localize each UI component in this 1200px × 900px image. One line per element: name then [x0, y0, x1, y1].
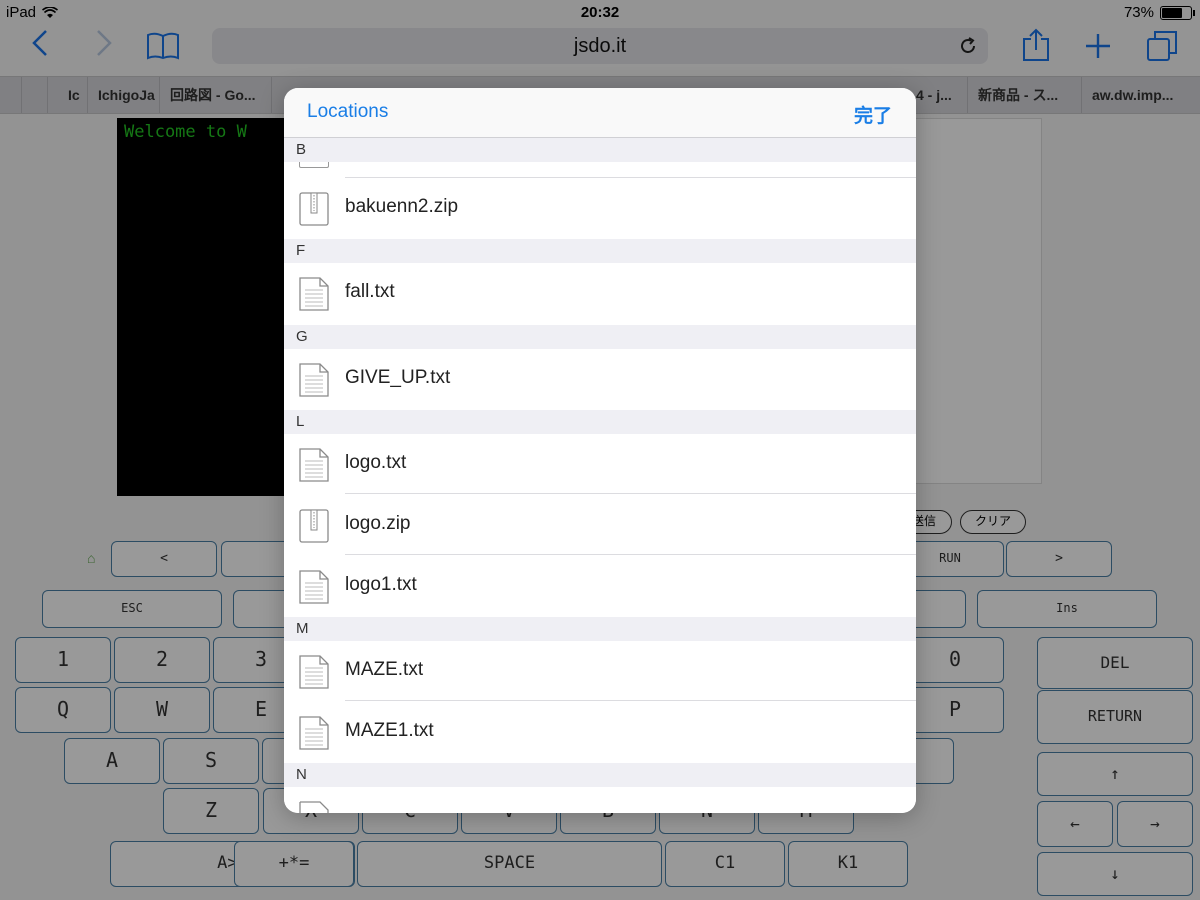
list-item[interactable]: MAZE.txt — [284, 641, 916, 701]
zip-file-icon — [299, 192, 329, 226]
list-item[interactable]: MAZE1.txt — [284, 702, 916, 762]
list-item-partial — [284, 138, 916, 158]
text-file-icon — [299, 716, 329, 750]
text-file-icon — [299, 448, 329, 482]
file-name: GIVE_UP.txt — [345, 367, 451, 388]
locations-back-button[interactable]: Locations — [307, 101, 388, 123]
list-item[interactable]: logo.txt — [284, 434, 916, 494]
text-file-icon — [299, 363, 329, 397]
file-name: logo.txt — [345, 452, 407, 473]
done-button[interactable]: 完了 — [854, 101, 892, 128]
file-name: MAZE.txt — [345, 659, 424, 680]
popover-header: Locations 完了 — [284, 88, 916, 138]
file-name: logo.zip — [345, 513, 411, 534]
list-item[interactable]: fall.txt — [284, 263, 916, 323]
file-list[interactable]: B bakuenn2.zip F fall.txt G GIVE_UP.txt … — [284, 138, 916, 813]
section-header-n: N — [284, 763, 916, 787]
section-header-g: G — [284, 325, 916, 349]
file-name: bakuenn2.zip — [345, 196, 459, 217]
list-item-partial-top[interactable] — [284, 162, 916, 178]
file-name: logo1.txt — [345, 574, 417, 595]
section-header-l: L — [284, 410, 916, 434]
section-header-m: M — [284, 617, 916, 641]
text-file-icon — [299, 801, 329, 813]
list-item[interactable]: logo1.txt — [284, 556, 916, 616]
file-name: MAZE1.txt — [345, 720, 434, 741]
text-file-icon — [299, 277, 329, 311]
locations-popover: Locations 完了 B bakuenn2.zip F fall.txt G… — [284, 88, 916, 813]
section-header-f: F — [284, 239, 916, 263]
list-item[interactable]: bakuenn2.zip — [284, 178, 916, 238]
list-item[interactable]: logo.zip — [284, 495, 916, 555]
list-item-partial-bottom[interactable] — [284, 787, 916, 813]
text-file-icon — [299, 570, 329, 604]
text-file-icon — [299, 655, 329, 689]
file-name: fall.txt — [345, 281, 395, 302]
list-item[interactable]: GIVE_UP.txt — [284, 349, 916, 409]
zip-file-icon — [299, 509, 329, 543]
